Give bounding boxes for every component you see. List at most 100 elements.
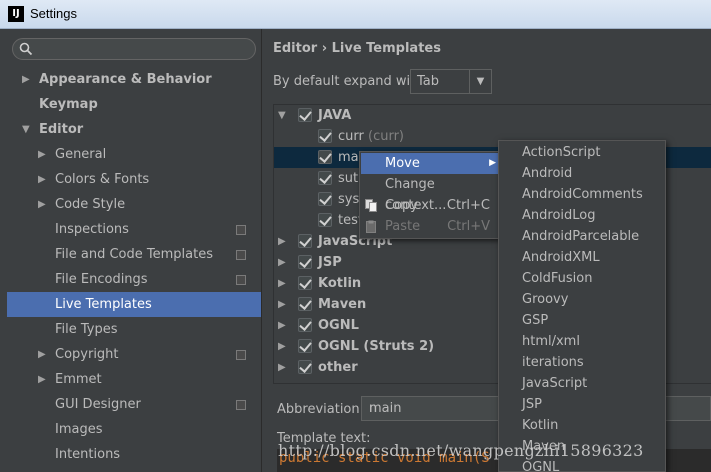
chevron-down-icon[interactable]: ▼ [469,70,491,93]
expand-arrow-icon[interactable]: ▶ [278,315,286,336]
sidebar-item-colors-fonts[interactable]: ▶ Colors & Fonts [0,167,262,192]
expand-arrow-icon[interactable]: ▶ [278,357,286,378]
submenu-item[interactable]: ColdFusion [522,268,592,289]
project-scope-icon [236,250,246,260]
submenu-item[interactable]: JavaScript [522,373,587,394]
expand-arrow-icon[interactable]: ▶ [38,142,46,167]
expand-arrow-icon[interactable]: ▶ [278,252,286,273]
expand-with-label: By default expand with [273,74,424,89]
sidebar-item-label: General [55,147,107,162]
template-name: curr (curr) [338,126,404,147]
collapse-arrow-icon[interactable]: ▼ [278,105,286,126]
expand-arrow-icon[interactable]: ▶ [278,231,286,252]
menu-item-paste[interactable]: Paste Ctrl+V [361,216,498,237]
sidebar-item-file-encodings[interactable]: File Encodings [0,267,262,292]
sidebar-item-gui-designer[interactable]: GUI Designer [0,392,262,417]
submenu-item[interactable]: iterations [522,352,584,373]
sidebar-item-general[interactable]: ▶ General [0,142,262,167]
template-checkbox[interactable] [318,171,332,185]
template-checkbox[interactable] [318,150,332,164]
sidebar-item-emmet[interactable]: ▶ Emmet [0,367,262,392]
sidebar-item-images[interactable]: Images [0,417,262,442]
submenu-item[interactable]: AndroidXML [522,247,600,268]
abbreviation-label: Abbreviation: [277,402,365,417]
expand-arrow-icon[interactable]: ▶ [38,342,46,367]
template-checkbox[interactable] [318,192,332,206]
group-name: OGNL (Struts 2) [318,339,435,354]
settings-search-input[interactable] [12,38,256,60]
collapse-arrow-icon[interactable]: ▼ [22,117,30,142]
submenu-item[interactable]: html/xml [522,331,580,352]
project-scope-icon [236,275,246,285]
tree-group-java[interactable]: ▼ JAVA [274,105,711,126]
expand-arrow-icon[interactable]: ▶ [38,192,46,217]
sidebar-item-label: Colors & Fonts [55,172,150,187]
paste-icon [366,220,376,233]
group-checkbox[interactable] [298,255,312,269]
menu-item-move[interactable]: Move ▶ [361,153,498,174]
sidebar-item-label: File and Code Templates [55,247,213,262]
sidebar-item-keymap[interactable]: Keymap [0,92,262,117]
intellij-logo-icon: IJ [8,6,24,22]
sidebar-item-file-types[interactable]: File Types [0,317,262,342]
expand-arrow-icon[interactable]: ▶ [38,367,46,392]
submenu-item[interactable]: GSP [522,310,548,331]
sidebar-item-editor[interactable]: ▼ Editor [0,117,262,142]
expand-arrow-icon[interactable]: ▶ [278,294,286,315]
expand-arrow-icon[interactable]: ▶ [22,67,30,92]
group-name: JSP [318,255,342,270]
submenu-item[interactable]: AndroidLog [522,205,595,226]
expand-arrow-icon[interactable]: ▶ [278,273,286,294]
sidebar-item-file-code-templates[interactable]: File and Code Templates [0,242,262,267]
submenu-item[interactable]: AndroidComments [522,184,643,205]
submenu-item[interactable]: Groovy [522,289,568,310]
expand-arrow-icon[interactable]: ▶ [38,167,46,192]
group-checkbox[interactable] [298,234,312,248]
sidebar-item-label: Appearance & Behavior [39,72,212,87]
group-checkbox[interactable] [298,276,312,290]
template-checkbox[interactable] [318,129,332,143]
expand-arrow-icon[interactable]: ▶ [278,336,286,357]
project-scope-icon [236,400,246,410]
group-checkbox[interactable] [298,360,312,374]
sidebar-item-inspections[interactable]: Inspections [0,217,262,242]
sidebar-item-label: Images [55,422,103,437]
sidebar-item-label: File Encodings [55,272,148,287]
group-checkbox[interactable] [298,339,312,353]
group-checkbox[interactable] [298,108,312,122]
submenu-item[interactable]: AndroidParcelable [522,226,639,247]
expand-with-select[interactable]: Tab ▼ [410,69,492,94]
breadcrumb: Editor › Live Templates [273,41,441,56]
group-checkbox[interactable] [298,297,312,311]
sidebar-item-label: Editor [39,122,84,137]
sidebar-item-label: Inspections [55,222,129,237]
window-title: Settings [30,6,77,21]
sidebar-item-label: Copyright [55,347,119,362]
sidebar-item-appearance-behavior[interactable]: ▶ Appearance & Behavior [0,67,262,92]
copy-icon [365,199,377,212]
template-abbr: curr [338,129,364,144]
menu-item-change-context[interactable]: Change context... [361,174,498,213]
template-checkbox[interactable] [318,213,332,227]
menu-item-label: Move [385,156,420,171]
settings-sidebar: ▶ Appearance & Behavior Keymap ▼ Editor … [0,29,262,472]
move-submenu: ActionScript Android AndroidComments And… [498,140,666,472]
menu-item-copy[interactable]: Copy Ctrl+C [361,195,498,216]
window-titlebar: IJ Settings [0,0,711,29]
group-checkbox[interactable] [298,318,312,332]
menu-item-shortcut: Ctrl+V [447,219,490,234]
submenu-item[interactable]: ActionScript [522,142,600,163]
watermark-text: http://blog.csdn.net/wangpengzhi15896323 [278,441,644,460]
menu-item-label: Copy [385,198,418,213]
group-name: Kotlin [318,276,362,291]
sidebar-item-label: Live Templates [55,297,152,312]
sidebar-item-label: Keymap [39,97,98,112]
submenu-item[interactable]: Kotlin [522,415,558,436]
submenu-item[interactable]: Android [522,163,572,184]
sidebar-item-copyright[interactable]: ▶ Copyright [0,342,262,367]
sidebar-item-code-style[interactable]: ▶ Code Style [0,192,262,217]
submenu-item[interactable]: JSP [522,394,542,415]
sidebar-item-live-templates[interactable]: Live Templates [7,292,261,317]
sidebar-item-intentions[interactable]: Intentions [0,442,262,467]
project-scope-icon [236,225,246,235]
